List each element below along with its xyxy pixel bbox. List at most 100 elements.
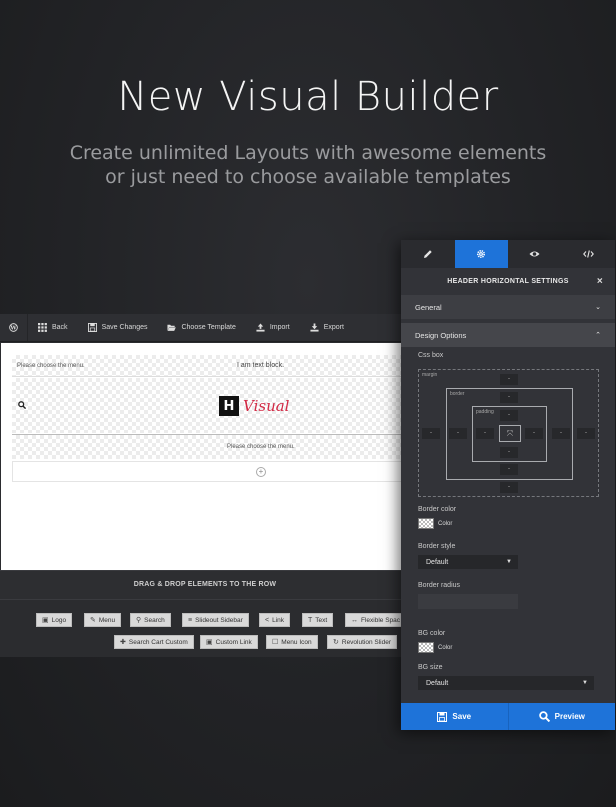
panel-tabs — [401, 240, 615, 268]
download-icon — [310, 323, 319, 332]
save-button[interactable]: Save — [401, 703, 508, 730]
element-slideout-sidebar[interactable]: ≡ Slideout Sidebar — [182, 613, 249, 627]
builder-window: W Back Save Changes Choose Template Impo… — [0, 314, 410, 657]
bg-size-select[interactable]: Default ▼ — [418, 676, 594, 690]
margin-right-input[interactable]: - — [577, 428, 595, 439]
tab-code[interactable] — [562, 240, 616, 268]
gear-icon — [477, 249, 486, 259]
svg-text:W: W — [9, 326, 17, 332]
element-custom-link[interactable]: ▣ Custom Link — [200, 635, 258, 649]
element-label: Text — [315, 616, 328, 624]
hero-title: New Visual Builder — [117, 74, 499, 120]
padding-right-input[interactable]: - — [525, 428, 543, 439]
search-icon — [538, 711, 550, 722]
search-icon: ⚲ — [136, 617, 142, 624]
pencil-icon — [423, 250, 432, 258]
drag-drop-bar: DRAG & DROP ELEMENTS TO THE ROW — [0, 570, 410, 600]
logo-mark: H — [219, 396, 239, 416]
preview-label: Preview — [554, 712, 585, 721]
border-left-input[interactable]: - — [449, 428, 467, 439]
padding-bottom-input[interactable]: - — [500, 447, 518, 458]
border-style-select[interactable]: Default ▼ — [418, 555, 518, 569]
tab-edit[interactable] — [401, 240, 455, 268]
element-label: Flexible Spac — [361, 616, 401, 624]
square-icon: ☐ — [272, 639, 279, 646]
element-search-cart-custom[interactable]: ✚ Search Cart Custom — [114, 635, 194, 649]
logo-text: Visual — [243, 397, 290, 415]
save-changes-button[interactable]: Save Changes — [78, 314, 158, 341]
element-flexible-space[interactable]: ↔ Flexible Spac — [345, 613, 407, 627]
wordpress-logo-button[interactable]: W — [0, 314, 28, 341]
transparent-swatch — [418, 518, 434, 529]
add-row-button[interactable]: + — [256, 467, 266, 477]
section-design-options[interactable]: Design Options ⌃ — [401, 323, 615, 347]
eye-icon — [529, 251, 540, 257]
element-link[interactable]: < Link — [259, 613, 291, 627]
border-radius-input[interactable] — [418, 594, 518, 609]
elements-palette: ▣ Logo ✎ Menu ⚲ Search ≡ Slideout Sidebar < L… — [0, 600, 410, 657]
canvas-row-empty[interactable]: + — [12, 461, 403, 482]
text-icon: T — [308, 616, 313, 624]
import-button[interactable]: Import — [246, 314, 300, 341]
back-button[interactable]: Back — [28, 314, 78, 341]
tab-settings[interactable] — [454, 240, 508, 268]
border-right-input[interactable]: - — [552, 428, 570, 439]
section-design-label: Design Options — [415, 330, 467, 340]
element-revolution-slider[interactable]: ↻ Revolution Slider — [327, 635, 398, 649]
padding-left-input[interactable]: - — [476, 428, 494, 439]
border-color-label: Border color — [418, 506, 457, 513]
bg-color-label: BG color — [418, 630, 446, 637]
border-style-value: Default — [426, 558, 449, 566]
border-color-button-label: Color — [438, 520, 453, 527]
search-icon[interactable] — [18, 401, 26, 409]
element-menu[interactable]: ✎ Menu — [84, 613, 122, 627]
grid-icon — [38, 323, 47, 332]
tab-visibility[interactable] — [508, 240, 562, 268]
element-menu-icon[interactable]: ☐ Menu Icon — [266, 635, 318, 649]
close-icon[interactable]: × — [597, 276, 603, 287]
site-logo[interactable]: H Visual — [219, 396, 289, 416]
element-label: Search — [144, 616, 165, 624]
section-general[interactable]: General ⌄ — [401, 295, 615, 319]
expand-icon: ⤧ — [499, 425, 521, 442]
bg-color-picker[interactable]: Color — [418, 642, 452, 653]
link-icon: ✎ — [90, 617, 96, 624]
preview-button[interactable]: Preview — [507, 703, 616, 730]
text-block[interactable]: I am text block. — [237, 362, 284, 369]
builder-toolbar: W Back Save Changes Choose Template Impo… — [0, 314, 410, 342]
element-logo[interactable]: ▣ Logo — [36, 613, 73, 627]
element-text[interactable]: T Text — [302, 613, 334, 627]
floppy-icon — [437, 711, 448, 722]
margin-left-input[interactable]: - — [422, 428, 440, 439]
choose-template-label: Choose Template — [181, 324, 236, 331]
padding-top-input[interactable]: - — [500, 410, 518, 421]
canvas-row-logo[interactable]: H Visual — [12, 378, 403, 433]
margin-top-input[interactable]: - — [500, 374, 518, 385]
export-button[interactable]: Export — [300, 314, 354, 341]
margin-bottom-input[interactable]: - — [500, 482, 518, 493]
canvas-row-menu[interactable]: Please choose the menu. — [12, 434, 403, 459]
hero-subtitle-line1: Create unlimited Layouts with awesome el… — [69, 142, 547, 164]
menu-placeholder-top: Please choose the menu. — [17, 363, 85, 369]
refresh-icon: ↻ — [333, 639, 339, 646]
border-radius-label: Border radius — [418, 582, 461, 589]
border-top-input[interactable]: - — [500, 392, 518, 403]
arrows-icon: ↔ — [351, 616, 358, 624]
panel-header: HEADER HORIZONTAL SETTINGS × — [401, 268, 615, 295]
canvas-row-top[interactable]: Please choose the menu. I am text block. — [12, 355, 403, 377]
caret-down-icon: ▼ — [582, 680, 588, 686]
element-search[interactable]: ⚲ Search — [130, 613, 171, 627]
export-label: Export — [323, 324, 344, 331]
border-bottom-input[interactable]: - — [500, 464, 518, 475]
choose-template-button[interactable]: Choose Template — [157, 314, 245, 341]
code-icon — [582, 250, 594, 258]
section-general-label: General — [415, 302, 442, 312]
image-icon: ▣ — [206, 639, 213, 646]
border-color-picker[interactable]: Color — [418, 518, 452, 529]
builder-canvas: Please choose the menu. I am text block.… — [1, 343, 403, 570]
plus-icon: ✚ — [120, 639, 126, 646]
folder-open-icon — [167, 324, 177, 331]
element-label: Search Cart Custom — [128, 638, 188, 646]
bg-color-button-label: Color — [438, 644, 453, 651]
image-icon: ▣ — [42, 617, 49, 624]
